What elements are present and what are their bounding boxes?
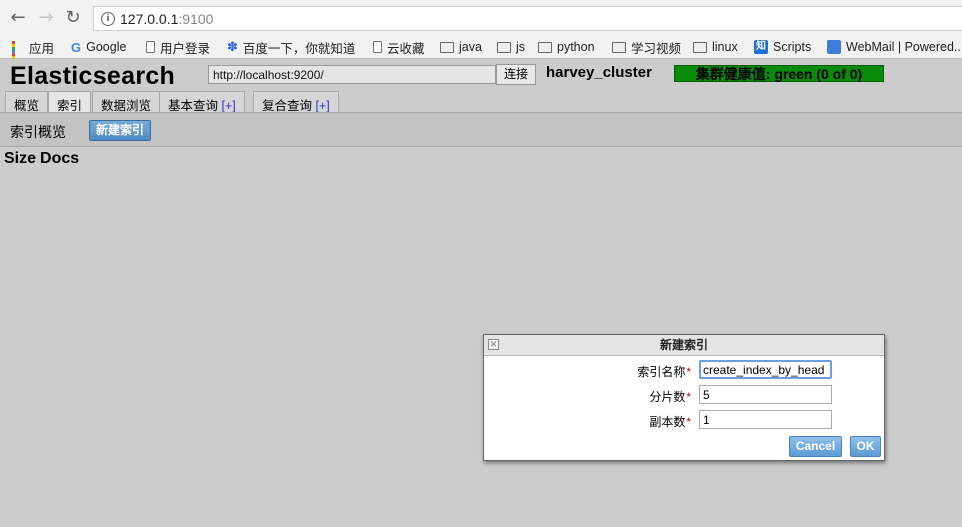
section-title: 索引概览 — [10, 124, 66, 140]
tab-basic-query[interactable]: 基本查询 [+] — [159, 91, 245, 113]
shards-input[interactable] — [699, 385, 832, 404]
address-bar[interactable]: i 127.0.0.1:9100 — [93, 6, 962, 31]
bookmarks-bar: 应用 G Google 用户登录 ✽ 百度一下，你就知道 云收藏 java js… — [0, 36, 962, 68]
indices-toolbar: 索引概览 新建索引 — [0, 112, 962, 147]
tab-compound-query[interactable]: 复合查询 [+] — [253, 91, 339, 113]
cluster-url-input[interactable] — [208, 65, 496, 84]
browser-toolbar: ← → ↻ i 127.0.0.1:9100 — [0, 0, 962, 36]
dialog-title: 新建索引 — [484, 335, 884, 356]
bookmark-baidu[interactable]: ✽ 百度一下，你就知道 — [227, 39, 355, 56]
column-header-docs[interactable]: Docs — [40, 150, 79, 167]
folder-icon — [440, 41, 454, 53]
bookmark-apps[interactable]: 应用 — [12, 39, 54, 68]
apps-grid-icon — [12, 41, 24, 68]
bookmark-folder-java[interactable]: java — [440, 39, 482, 55]
folder-icon — [538, 41, 552, 53]
bookmark-google[interactable]: G Google — [71, 39, 126, 55]
new-index-dialog: 新建索引 × 索引名称* 分片数* 副本数* Cancel OK — [483, 334, 885, 461]
main-tabs: 概览 索引 数据浏览 基本查询 [+] 复合查询 [+] — [0, 91, 962, 113]
ok-button[interactable]: OK — [850, 436, 881, 457]
bookmark-user-login[interactable]: 用户登录 — [146, 39, 210, 56]
page-icon — [146, 41, 155, 53]
baidu-paw-icon: ✽ — [227, 39, 238, 54]
field-row-shards: 分片数* — [484, 385, 884, 405]
new-index-button[interactable]: 新建索引 — [89, 120, 151, 141]
close-icon[interactable]: × — [488, 339, 499, 350]
bookmark-scripts[interactable]: 知 Scripts — [754, 39, 811, 55]
reload-icon[interactable]: ↻ — [62, 7, 84, 29]
bookmark-webmail[interactable]: WebMail | Powered... — [827, 39, 962, 55]
field-label: 分片数* — [649, 390, 691, 404]
field-row-replicas: 副本数* — [484, 410, 884, 430]
webmail-icon — [827, 40, 841, 54]
connect-button[interactable]: 连接 — [496, 64, 536, 85]
index-name-input[interactable] — [699, 360, 832, 379]
bookmark-folder-python[interactable]: python — [538, 39, 595, 55]
cluster-health-badge: 集群健康值: green (0 of 0) — [674, 65, 884, 82]
app-header: Elasticsearch 连接 harvey_cluster 集群健康值: g… — [0, 59, 962, 90]
cancel-button[interactable]: Cancel — [789, 436, 842, 457]
bookmark-folder-js[interactable]: js — [497, 39, 525, 55]
field-label: 副本数* — [649, 415, 691, 429]
url-text: 127.0.0.1:9100 — [120, 11, 214, 27]
folder-icon — [693, 41, 707, 53]
folder-icon — [497, 41, 511, 53]
zhihu-icon: 知 — [754, 40, 768, 54]
page-icon — [373, 41, 382, 53]
tab-overview[interactable]: 概览 — [5, 91, 49, 113]
indices-table-header: Size Docs — [4, 150, 83, 168]
tab-data-browse[interactable]: 数据浏览 — [92, 91, 161, 113]
bookmark-cloud-favorites[interactable]: 云收藏 — [373, 39, 425, 56]
bookmark-folder-study-videos[interactable]: 学习视频 — [612, 39, 681, 56]
info-icon[interactable]: i — [101, 12, 115, 26]
field-label: 索引名称* — [637, 365, 691, 379]
cluster-name: harvey_cluster — [546, 64, 652, 81]
google-icon: G — [71, 39, 82, 55]
back-arrow-icon[interactable]: ← — [7, 7, 29, 29]
app-title: Elasticsearch — [10, 62, 176, 90]
folder-icon — [612, 41, 626, 53]
tab-indices[interactable]: 索引 — [48, 91, 92, 113]
bookmark-folder-linux[interactable]: linux — [693, 39, 738, 55]
forward-arrow-icon[interactable]: → — [35, 7, 57, 29]
field-row-index-name: 索引名称* — [484, 360, 884, 380]
replicas-input[interactable] — [699, 410, 832, 429]
column-header-size[interactable]: Size — [4, 150, 36, 167]
